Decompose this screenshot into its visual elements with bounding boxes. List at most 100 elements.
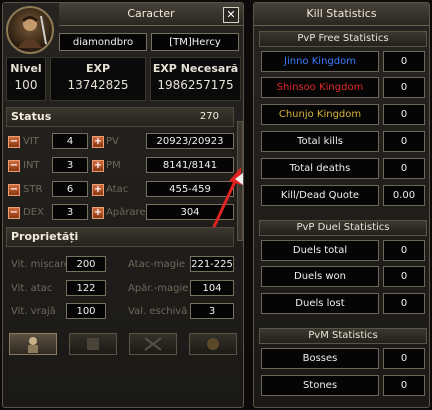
magic-attack-value: 221-225 [190,256,234,272]
character-window-title: Caracter [127,7,175,20]
stat-row: − STR 6 + Atac 455-459 [6,181,236,199]
level-block: Nivel 100 [6,57,46,101]
int-value: 3 [52,157,88,173]
tab-character[interactable] [9,333,57,355]
int-plus-button[interactable]: + [92,160,104,172]
duels-lost-label: Duels lost [261,293,379,314]
str-minus-button[interactable]: − [8,184,20,196]
dex-value: 3 [52,204,88,220]
attack-label: Atac [106,184,129,195]
defense-label: Apărare [106,207,146,218]
pvp-duel-header: PvP Duel Statistics [259,220,427,236]
stones-label: Stones [261,375,379,396]
exp-value: 13742825 [67,78,129,92]
duels-won-label: Duels won [261,266,379,287]
property-row: Vit. vrajă 100 Val. eschivă 3 [6,303,236,321]
chunjo-kingdom-label: Chunjo Kingdom [261,104,379,125]
evasion-label: Val. eschivă [128,306,188,317]
vit-label: VIT [23,136,39,147]
skills-tab-icon [87,338,99,350]
total-kills-label: Total kills [261,131,379,152]
duels-lost-value: 0 [383,293,425,314]
shinsoo-kingdom-label: Shinsoo Kingdom [261,77,379,98]
magic-defense-label: Apăr.-magie [128,283,189,294]
pvp-free-title: PvP Free Statistics [297,33,389,44]
exp-needed-label: EXP Necesară [152,62,239,75]
magic-defense-value: 104 [190,280,234,296]
vit-minus-button[interactable]: − [8,136,20,148]
character-name-field: diamondbro [59,33,147,51]
tab-emotions[interactable] [129,333,177,355]
property-row: Vit. atac 122 Apăr.-magie 104 [6,280,236,298]
quests-tab-icon [207,338,219,350]
int-label: INT [23,160,40,171]
guild-name-field: [TM]Hercy [151,33,239,51]
magic-attack-label: Atac-magie [128,259,185,270]
int-minus-button[interactable]: − [8,160,20,172]
cast-speed-value: 100 [66,303,106,319]
kd-quote-label: Kill/Dead Quote [261,185,379,206]
str-label: STR [23,184,43,195]
cast-speed-label: Vit. vrajă [11,306,56,317]
pvm-title: PvM Statistics [308,330,378,341]
move-speed-label: Vit. mișcare [11,259,71,270]
str-value: 6 [52,181,88,197]
property-row: Vit. mișcare 200 Atac-magie 221-225 [6,256,236,274]
chunjo-kingdom-value: 0 [383,104,425,125]
stones-value: 0 [383,375,425,396]
character-titlebar[interactable]: Caracter [59,3,243,26]
stat-row: − VIT 4 + PV 20923/20923 [6,133,236,151]
exp-label: EXP [85,62,111,75]
status-header: Status 270 [6,107,234,127]
move-speed-value: 200 [66,256,106,272]
stat-row: − INT 3 + PM 8141/8141 [6,157,236,175]
warrior-portrait-icon [18,15,47,48]
hp-label: PV [106,136,119,147]
evasion-value: 3 [190,303,234,319]
dex-plus-button[interactable]: + [92,207,104,219]
dex-minus-button[interactable]: − [8,207,20,219]
vit-value: 4 [52,133,88,149]
bosses-value: 0 [383,348,425,369]
str-plus-button[interactable]: + [92,184,104,196]
character-tab-icon [28,337,38,353]
close-icon: ✕ [226,8,236,21]
mp-label: PM [106,160,121,171]
character-window: Caracter ✕ diamondbro [TM]Hercy Nivel 10… [2,2,244,408]
exp-needed-block: EXP Necesară 1986257175 [150,57,241,101]
pvp-duel-title: PvP Duel Statistics [296,222,390,233]
tab-quests[interactable] [189,333,237,355]
stat-row: − DEX 3 + Apărare 304 [6,204,236,222]
total-deaths-label: Total deaths [261,158,379,179]
kill-statistics-title: Kill Statistics [306,7,377,20]
bosses-label: Bosses [261,348,379,369]
kill-statistics-titlebar[interactable]: Kill Statistics [254,3,429,26]
character-name: diamondbro [72,36,134,48]
duels-won-value: 0 [383,266,425,287]
emotions-tab-icon [144,337,162,351]
level-label: Nivel [10,62,42,75]
pvm-header: PvM Statistics [259,328,427,344]
kd-quote-value: 0.00 [383,185,425,206]
character-portrait [6,6,54,54]
shinsoo-kingdom-value: 0 [383,77,425,98]
hp-value: 20923/20923 [146,133,234,149]
properties-title: Proprietăți [11,230,79,243]
guild-name: [TM]Hercy [169,36,221,48]
exp-block: EXP 13742825 [50,57,146,101]
pvp-free-header: PvP Free Statistics [259,31,427,47]
duels-total-value: 0 [383,240,425,261]
expand-arrow-icon[interactable] [235,173,243,185]
level-value: 100 [14,78,38,92]
tab-skills[interactable] [69,333,117,355]
vit-plus-button[interactable]: + [92,136,104,148]
jinno-kingdom-label: Jinno Kingdom [261,51,379,72]
total-kills-value: 0 [383,131,425,152]
attack-speed-value: 122 [66,280,106,296]
attack-speed-label: Vit. atac [11,283,53,294]
close-button[interactable]: ✕ [223,7,239,23]
properties-header: Proprietăți [6,227,234,247]
status-title: Status [11,110,52,123]
exp-needed-value: 1986257175 [157,78,234,92]
jinno-kingdom-value: 0 [383,51,425,72]
